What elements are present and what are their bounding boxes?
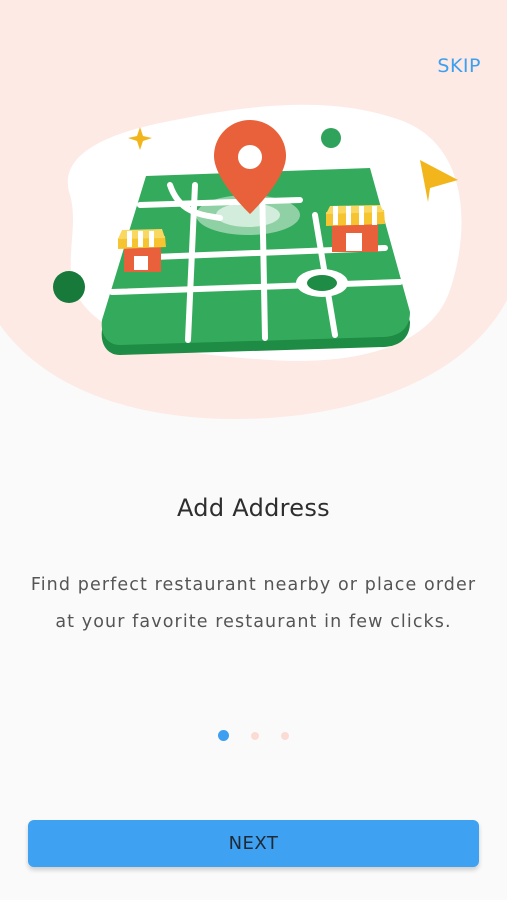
pagination-dot-1[interactable] xyxy=(218,730,229,741)
green-dot-large xyxy=(53,271,85,303)
pagination-dot-3[interactable] xyxy=(281,731,289,740)
skip-button[interactable]: SKIP xyxy=(437,55,481,77)
green-dot-small xyxy=(321,128,341,148)
pagination-dot-2[interactable] xyxy=(251,731,259,740)
onboarding-description: Find perfect restaurant nearby or place … xyxy=(30,575,477,632)
restaurant-icon-right xyxy=(326,205,385,252)
page-title: Add Address xyxy=(177,494,330,522)
restaurant-icon-left xyxy=(118,229,166,272)
map-illustration xyxy=(53,104,462,361)
next-button[interactable]: NEXT xyxy=(28,820,479,867)
pagination-dots xyxy=(0,730,507,741)
